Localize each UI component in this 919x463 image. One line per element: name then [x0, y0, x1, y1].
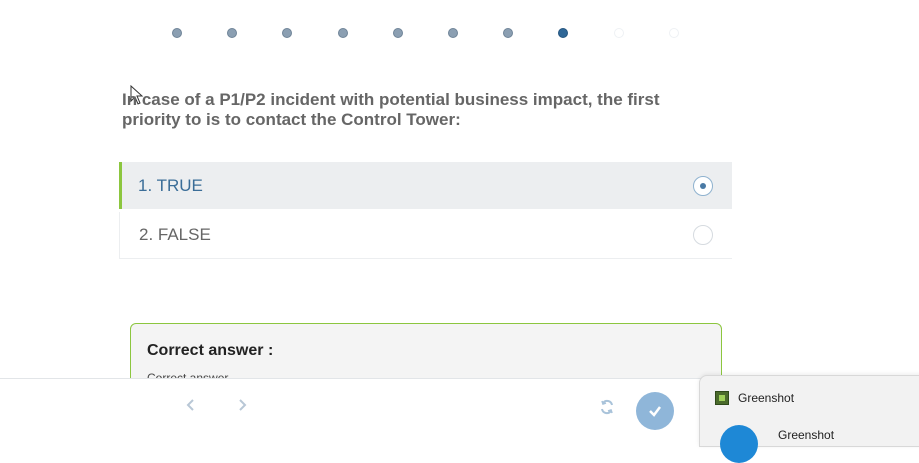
submit-button[interactable] — [636, 392, 674, 430]
greenshot-app-icon — [715, 391, 729, 405]
answer-option-true[interactable]: 1. TRUE — [119, 162, 732, 209]
reset-button[interactable] — [598, 399, 616, 417]
notification-title: Greenshot — [778, 428, 835, 442]
progress-dot-5 — [392, 28, 403, 38]
previous-button[interactable] — [181, 395, 201, 415]
next-button[interactable] — [232, 395, 252, 415]
progress-dot-4 — [337, 28, 348, 38]
radio-selected[interactable] — [693, 175, 713, 196]
chevron-right-icon — [239, 399, 247, 411]
correct-answer-title: Correct answer : — [147, 342, 274, 359]
progress-dot-10 — [668, 28, 679, 38]
progress-dot-3 — [282, 28, 293, 38]
progress-dot-1 — [172, 28, 182, 38]
answer-option-false[interactable]: 2. FALSE — [119, 212, 732, 259]
progress-dot-6 — [448, 28, 458, 38]
option-label: 2. FALSE — [139, 225, 211, 244]
check-icon — [649, 406, 661, 417]
notification-avatar — [720, 425, 758, 463]
chevron-left-icon — [186, 399, 194, 411]
refresh-icon — [601, 399, 613, 415]
option-label: 1. TRUE — [138, 175, 203, 195]
radio-unselected[interactable] — [693, 225, 713, 245]
notification-app-name: Greenshot — [738, 391, 795, 405]
progress-indicator — [172, 28, 684, 40]
question-text: In case of a P1/P2 incident with potenti… — [122, 90, 660, 129]
greenshot-notification[interactable]: Greenshot Greenshot — [699, 375, 919, 463]
progress-dot-7 — [503, 28, 514, 38]
progress-dot-2 — [227, 28, 238, 38]
progress-dot-8 — [558, 28, 569, 38]
progress-dot-9 — [613, 28, 624, 38]
